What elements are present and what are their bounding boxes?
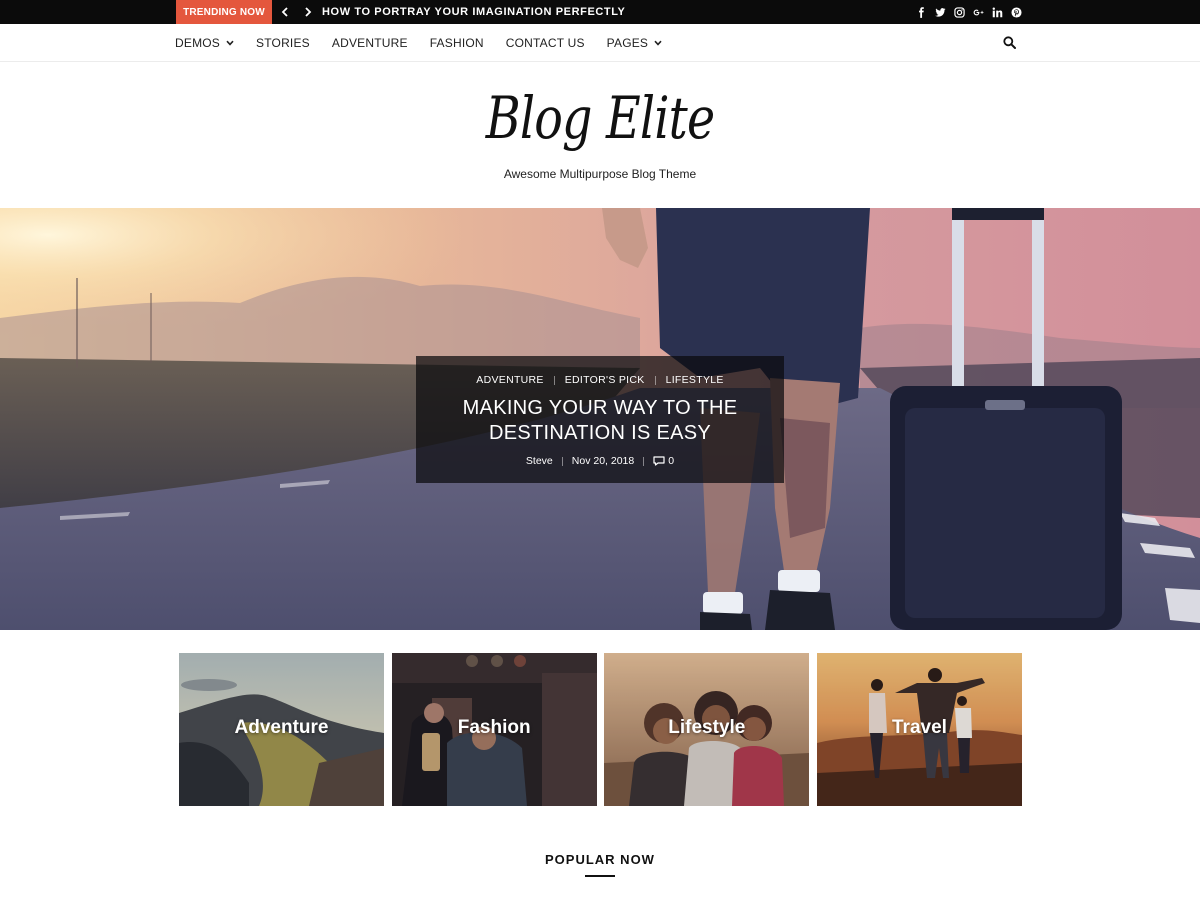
trending-now-badge: TRENDING NOW <box>176 0 272 24</box>
hero-slider: ADVENTURE EDITOR'S PICK LIFESTYLE MAKING… <box>0 208 1200 630</box>
separator <box>643 456 645 466</box>
hero-post-meta: Steve Nov 20, 2018 0 <box>416 455 784 467</box>
nav-item-contact-us[interactable]: CONTACT US <box>506 36 585 50</box>
nav-item-fashion[interactable]: FASHION <box>430 36 484 50</box>
category-tiles: Adventure Fashion Lifestyle Travel <box>179 653 1022 806</box>
heading-underline <box>585 875 615 877</box>
site-logo[interactable]: Blog Elite <box>108 84 1092 152</box>
chevron-down-icon <box>654 40 662 46</box>
chevron-down-icon <box>226 40 234 46</box>
category-tile-fashion[interactable]: Fashion <box>391 653 597 806</box>
tile-label: Adventure <box>234 717 329 738</box>
nav-item-label: PAGES <box>606 36 649 50</box>
trending-post-link[interactable]: HOW TO PORTRAY YOUR IMAGINATION PERFECTL… <box>322 0 626 24</box>
main-nav: DEMOS STORIES ADVENTURE FASHION CONTACT … <box>0 24 1200 62</box>
nav-item-label: STORIES <box>256 36 310 50</box>
social-links <box>916 0 1022 24</box>
tile-label: Lifestyle <box>668 717 746 738</box>
nav-item-stories[interactable]: STORIES <box>256 36 310 50</box>
twitter-icon[interactable] <box>935 7 946 18</box>
hero-post-title[interactable]: MAKING YOUR WAY TO THE DESTINATION IS EA… <box>440 396 760 446</box>
site-branding: Blog Elite Awesome Multipurpose Blog The… <box>0 62 1200 208</box>
search-icon[interactable] <box>1003 36 1016 49</box>
nav-menu: DEMOS STORIES ADVENTURE FASHION CONTACT … <box>175 24 684 62</box>
category-link-lifestyle[interactable]: LIFESTYLE <box>666 374 724 386</box>
popular-now-heading: POPULAR NOW <box>545 852 655 867</box>
post-comments[interactable]: 0 <box>653 455 674 467</box>
category-link-adventure[interactable]: ADVENTURE <box>476 374 543 386</box>
separator <box>561 456 563 466</box>
comment-count: 0 <box>668 455 675 467</box>
nav-item-label: ADVENTURE <box>331 36 408 50</box>
nav-item-label: DEMOS <box>175 36 221 50</box>
post-date[interactable]: Nov 20, 2018 <box>572 455 634 467</box>
tile-label: Fashion <box>457 717 531 738</box>
separator <box>654 375 656 385</box>
post-author[interactable]: Steve <box>526 455 553 467</box>
category-link-editors-pick[interactable]: EDITOR'S PICK <box>565 374 645 386</box>
hero-categories: ADVENTURE EDITOR'S PICK LIFESTYLE <box>416 374 784 386</box>
site-tagline: Awesome Multipurpose Blog Theme <box>503 167 697 181</box>
category-tile-adventure[interactable]: Adventure <box>179 653 384 806</box>
comments-icon <box>653 456 665 466</box>
chevron-left-icon <box>281 7 288 17</box>
instagram-icon[interactable] <box>954 6 965 18</box>
category-tile-travel[interactable]: Travel <box>816 653 1022 806</box>
chevron-right-icon <box>305 7 312 17</box>
nav-item-label: FASHION <box>429 36 484 50</box>
google-plus-icon[interactable] <box>973 7 984 18</box>
nav-item-label: CONTACT US <box>505 36 585 50</box>
pinterest-icon[interactable] <box>1011 6 1022 18</box>
category-tile-lifestyle[interactable]: Lifestyle <box>604 653 810 806</box>
linkedin-icon[interactable] <box>992 7 1003 18</box>
nav-item-demos[interactable]: DEMOS <box>175 36 234 50</box>
tile-label: Travel <box>892 717 947 738</box>
trending-next-button[interactable] <box>299 0 317 24</box>
separator <box>553 375 555 385</box>
top-bar: TRENDING NOW HOW TO PORTRAY YOUR IMAGINA… <box>0 0 1200 24</box>
nav-item-adventure[interactable]: ADVENTURE <box>332 36 408 50</box>
trending-prev-button[interactable] <box>276 0 294 24</box>
facebook-icon[interactable] <box>916 6 927 18</box>
hero-post-card: ADVENTURE EDITOR'S PICK LIFESTYLE MAKING… <box>416 356 784 483</box>
nav-item-pages[interactable]: PAGES <box>607 36 662 50</box>
